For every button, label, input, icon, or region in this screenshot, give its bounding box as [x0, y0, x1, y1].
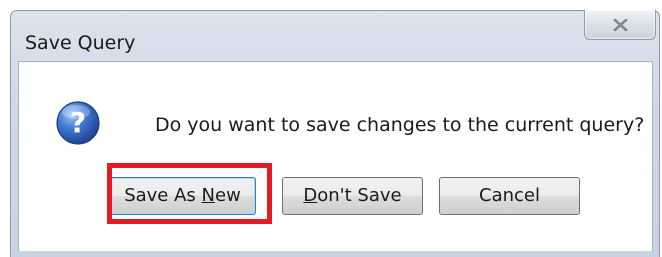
- cancel-label: Cancel: [479, 185, 540, 206]
- title-bar: Save Query: [11, 10, 659, 61]
- dialog-body: ? Do you want to save changes to the cur…: [18, 61, 653, 251]
- dont-save-label: Don't Save: [303, 185, 402, 206]
- save-query-dialog: Save Query ? Do you want to save changes…: [10, 10, 660, 257]
- svg-text:?: ?: [70, 106, 86, 139]
- dont-save-button[interactable]: Don't Save: [282, 177, 423, 215]
- cancel-button[interactable]: Cancel: [439, 177, 580, 215]
- highlight-box: [107, 163, 272, 224]
- dialog-title: Save Query: [25, 32, 136, 54]
- dialog-message: Do you want to save changes to the curre…: [155, 114, 645, 136]
- question-icon: ?: [56, 101, 100, 145]
- close-button[interactable]: [584, 10, 656, 40]
- close-icon: [613, 19, 628, 31]
